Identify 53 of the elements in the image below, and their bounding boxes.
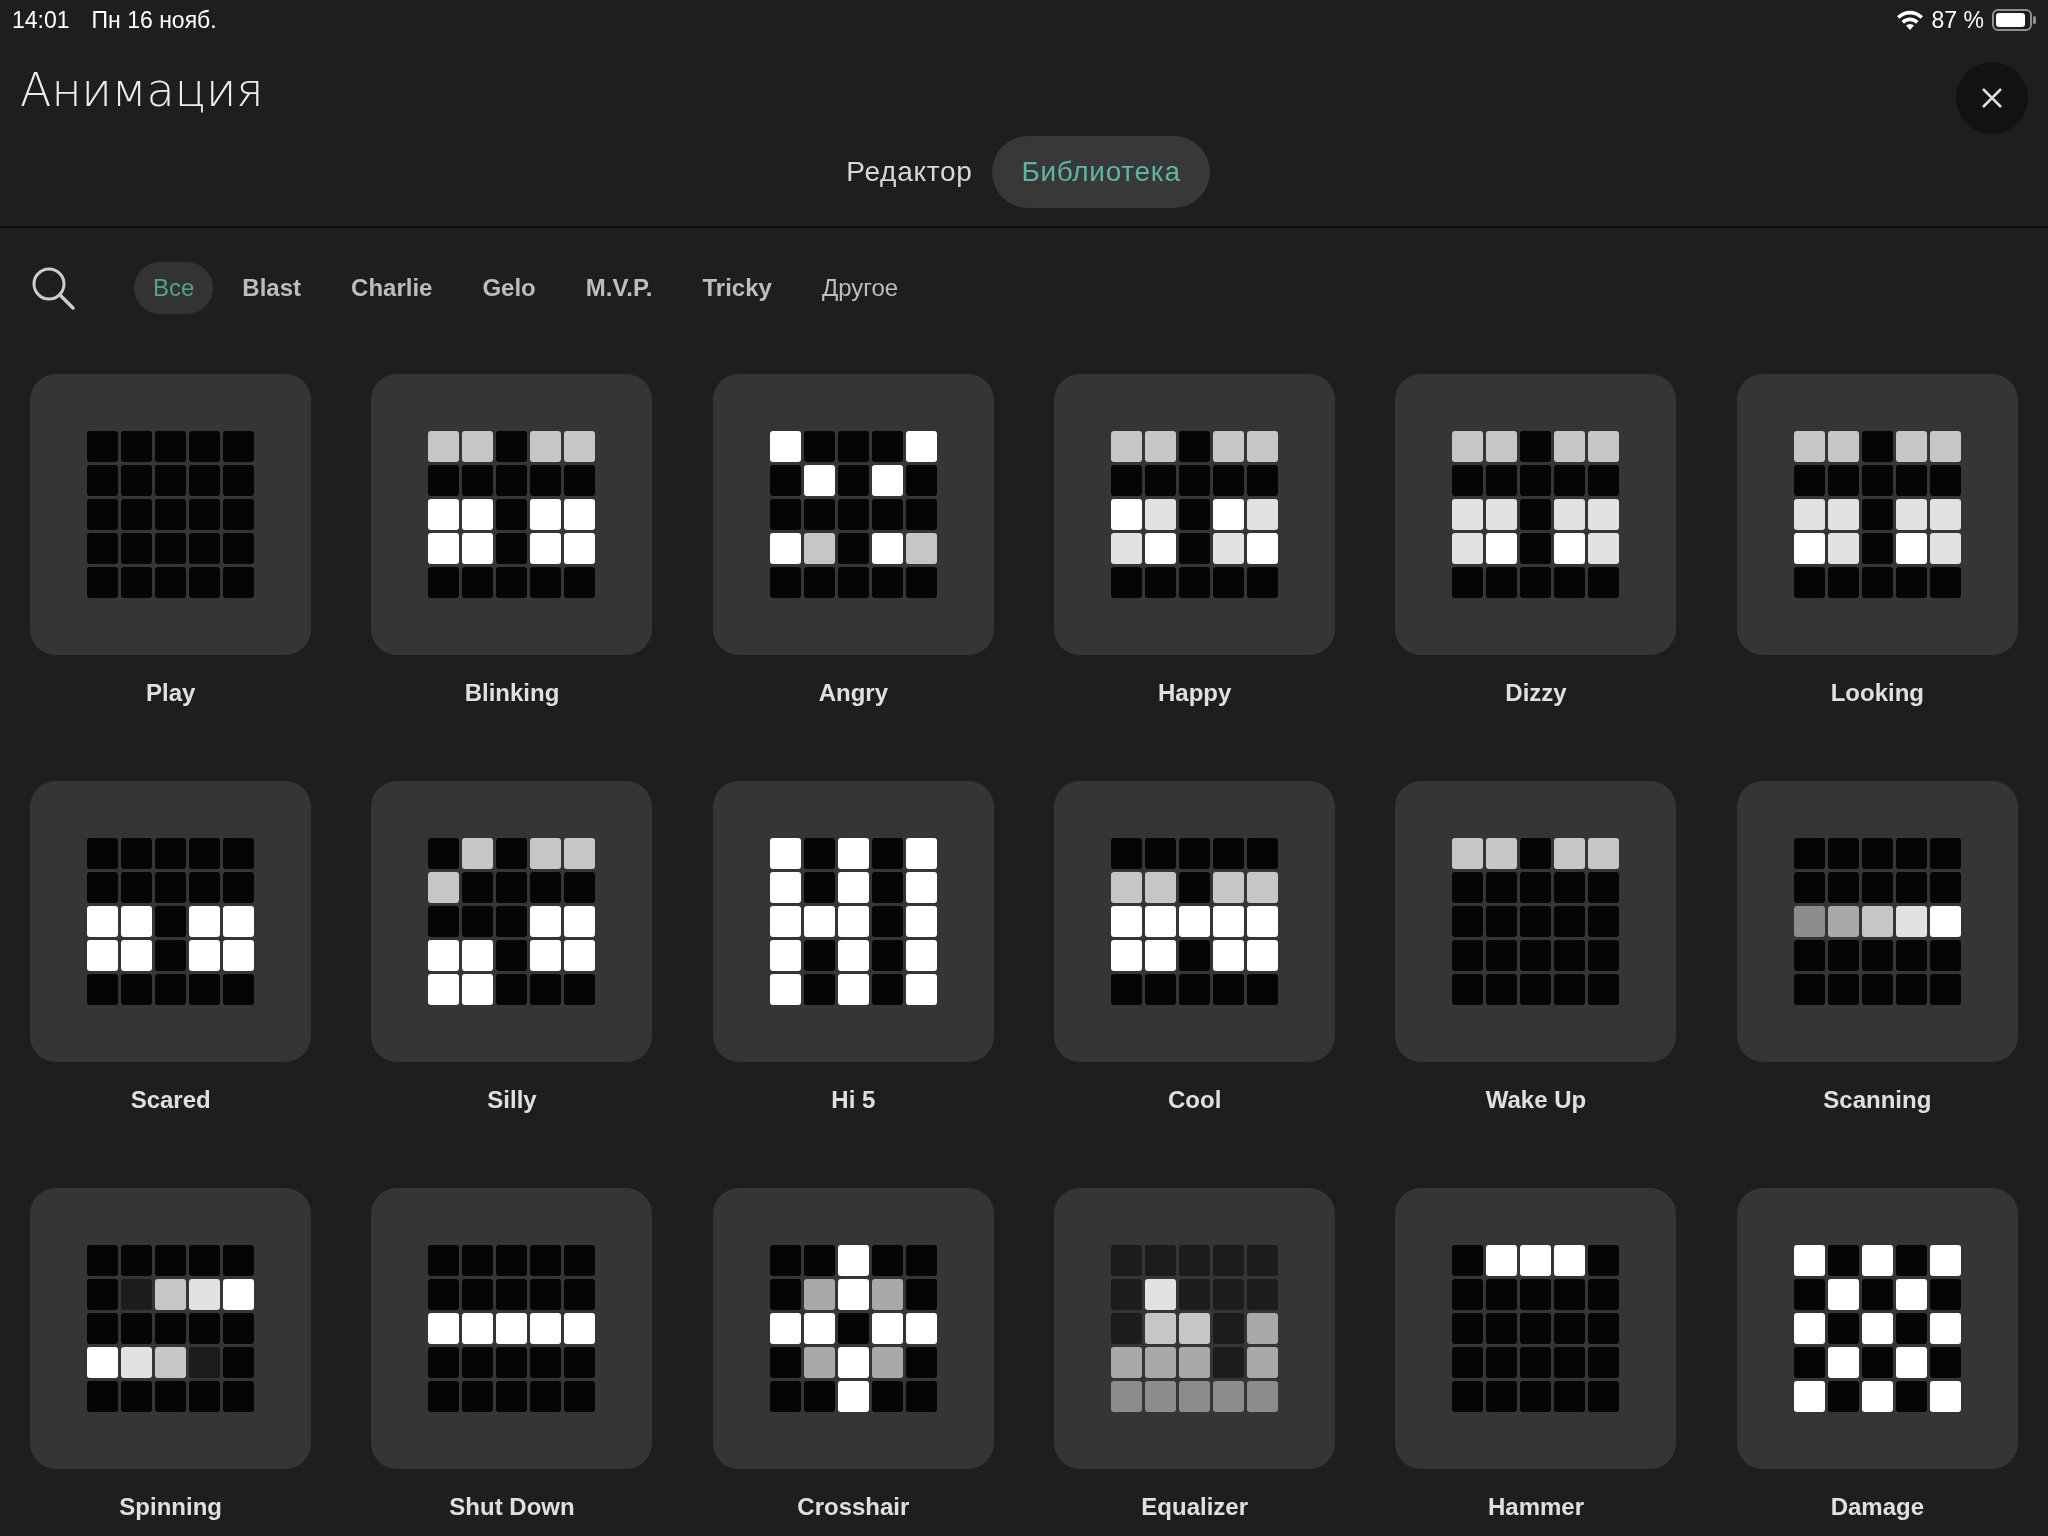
animation-tile[interactable] (1395, 374, 1677, 655)
animation-name: Wake Up (1485, 1085, 1587, 1115)
animation-name: Cool (1168, 1085, 1222, 1115)
animation-tile[interactable] (371, 1188, 653, 1469)
status-time: 14:01 (12, 5, 70, 35)
animation-tile[interactable] (712, 374, 994, 655)
filter-chip[interactable]: Все (134, 262, 214, 314)
animation-tile[interactable] (1395, 1188, 1677, 1469)
animation-name: Play (145, 678, 196, 708)
animation-tile[interactable] (1395, 781, 1677, 1062)
animation-tile[interactable] (1054, 1188, 1336, 1469)
animation-tile[interactable] (712, 1188, 994, 1469)
animation-name: Dizzy (1505, 678, 1567, 708)
animation-name: Equalizer (1141, 1492, 1248, 1522)
segment-tab[interactable]: Библиотека (992, 136, 1210, 208)
filter-chip[interactable]: Gelo (461, 262, 557, 314)
animation-name: Damage (1830, 1492, 1924, 1522)
animation-name: Happy (1158, 678, 1232, 708)
animation-name: Angry (818, 678, 888, 708)
battery-percent: 87 % (1931, 5, 1984, 35)
filter-chip[interactable]: Tricky (681, 262, 793, 314)
page-title: Анимация (20, 62, 264, 119)
wifi-icon (1895, 9, 1924, 31)
animation-tile[interactable] (1736, 374, 2018, 655)
close-icon (1981, 87, 2003, 109)
animation-name: Looking (1830, 678, 1924, 708)
segment-tab[interactable]: Редактор (826, 136, 993, 208)
filter-chip[interactable]: Blast (221, 262, 323, 314)
battery-icon (1992, 9, 2036, 31)
animation-name: Scanning (1823, 1085, 1932, 1115)
animation-tile[interactable] (30, 1188, 312, 1469)
animation-tile[interactable] (371, 374, 653, 655)
animation-name: Hammer (1487, 1492, 1584, 1522)
animation-name: Crosshair (797, 1492, 910, 1522)
animation-name: Shut Down (449, 1492, 575, 1522)
animation-tile[interactable] (1736, 781, 2018, 1062)
animation-tile[interactable] (1054, 781, 1336, 1062)
animation-tile[interactable] (1736, 1188, 2018, 1469)
filter-chip[interactable]: Другое (800, 262, 920, 314)
animation-tile[interactable] (371, 781, 653, 1062)
animation-name: Hi 5 (831, 1085, 876, 1115)
animation-name: Spinning (119, 1492, 222, 1522)
animation-tile[interactable] (30, 374, 312, 655)
animation-tile[interactable] (1054, 374, 1336, 655)
animation-tile[interactable] (712, 781, 994, 1062)
filter-chip[interactable]: Charlie (330, 262, 454, 314)
animation-name: Silly (487, 1085, 537, 1115)
animation-name: Blinking (464, 678, 560, 708)
animation-name: Scared (130, 1085, 211, 1115)
status-date: Пн 16 нояб. (91, 5, 217, 35)
animation-tile[interactable] (30, 781, 312, 1062)
search-icon[interactable] (30, 265, 76, 311)
filter-chip[interactable]: M.V.P. (564, 262, 674, 314)
